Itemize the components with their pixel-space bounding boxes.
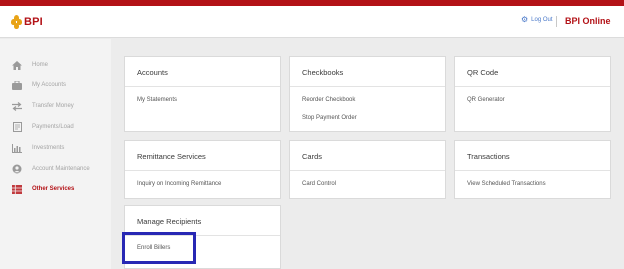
sidebar-item-label: Investments — [32, 145, 65, 151]
stop-payment-order-link[interactable]: Stop Payment Order — [302, 115, 357, 121]
sidebar-item-investments[interactable]: Investments — [12, 142, 64, 154]
qr-code-card: QR Code QR Generator — [454, 56, 611, 132]
sidebar: Home My Accounts Transfer Money Payments… — [0, 39, 111, 269]
card-control-link[interactable]: Card Control — [302, 181, 336, 187]
sidebar-item-label: Other Services — [32, 186, 75, 192]
card-title: Checkbooks — [302, 68, 344, 77]
logout-label: Log Out — [531, 17, 553, 23]
transactions-card: Transactions View Scheduled Transactions — [454, 140, 611, 199]
sidebar-item-label: Home — [32, 62, 49, 68]
sidebar-item-other-services[interactable]: Other Services — [12, 183, 74, 195]
card-title: Transactions — [467, 152, 510, 161]
card-divider — [125, 170, 280, 171]
sidebar-item-label: My Accounts — [32, 82, 67, 88]
inquiry-incoming-remittance-link[interactable]: Inquiry on Incoming Remittance — [137, 181, 221, 187]
card-title: Manage Recipients — [137, 217, 202, 226]
card-title: Remittance Services — [137, 152, 206, 161]
sidebar-item-label: Transfer Money — [32, 103, 74, 109]
card-divider — [290, 86, 445, 87]
brand-label: BPI Online — [565, 16, 611, 26]
card-title: Cards — [302, 152, 323, 161]
sidebar-item-payments-load[interactable]: Payments/Load — [12, 121, 74, 133]
briefcase-icon — [12, 80, 22, 90]
logout-link[interactable]: ⚙ Log Out — [521, 15, 553, 24]
qr-generator-link[interactable]: QR Generator — [467, 97, 505, 103]
card-divider — [455, 86, 610, 87]
header-bar: BPI ⚙ Log Out BPI Online — [0, 6, 624, 38]
checkbooks-card: Checkbooks Reorder Checkbook Stop Paymen… — [289, 56, 446, 132]
enroll-billers-highlight-box — [122, 232, 196, 264]
bar-chart-icon — [12, 143, 22, 153]
transfer-arrows-icon — [12, 101, 22, 111]
document-icon — [12, 122, 22, 132]
bpi-logo[interactable]: BPI — [11, 14, 43, 30]
header-divider — [556, 16, 557, 27]
reorder-checkbook-link[interactable]: Reorder Checkbook — [302, 97, 355, 103]
sidebar-item-label: Account Maintenance — [32, 166, 90, 172]
sidebar-item-my-accounts[interactable]: My Accounts — [12, 79, 66, 91]
bpi-flame-icon — [11, 15, 22, 29]
card-divider — [290, 170, 445, 171]
cards-card: Cards Card Control — [289, 140, 446, 199]
view-scheduled-transactions-link[interactable]: View Scheduled Transactions — [467, 181, 546, 187]
sidebar-item-label: Payments/Load — [32, 124, 74, 130]
card-title: QR Code — [467, 68, 499, 77]
grid-list-icon — [12, 184, 22, 194]
card-divider — [455, 170, 610, 171]
sidebar-item-transfer-money[interactable]: Transfer Money — [12, 100, 74, 112]
user-circle-icon — [12, 164, 22, 174]
card-title: Accounts — [137, 68, 168, 77]
accounts-card: Accounts My Statements — [124, 56, 281, 132]
logo-text: BPI — [24, 16, 43, 28]
sidebar-item-home[interactable]: Home — [12, 59, 48, 71]
my-statements-link[interactable]: My Statements — [137, 97, 177, 103]
card-divider — [125, 86, 280, 87]
sidebar-item-account-maintenance[interactable]: Account Maintenance — [12, 163, 90, 175]
gear-icon: ⚙ — [521, 15, 529, 24]
remittance-services-card: Remittance Services Inquiry on Incoming … — [124, 140, 281, 199]
home-icon — [12, 60, 22, 70]
